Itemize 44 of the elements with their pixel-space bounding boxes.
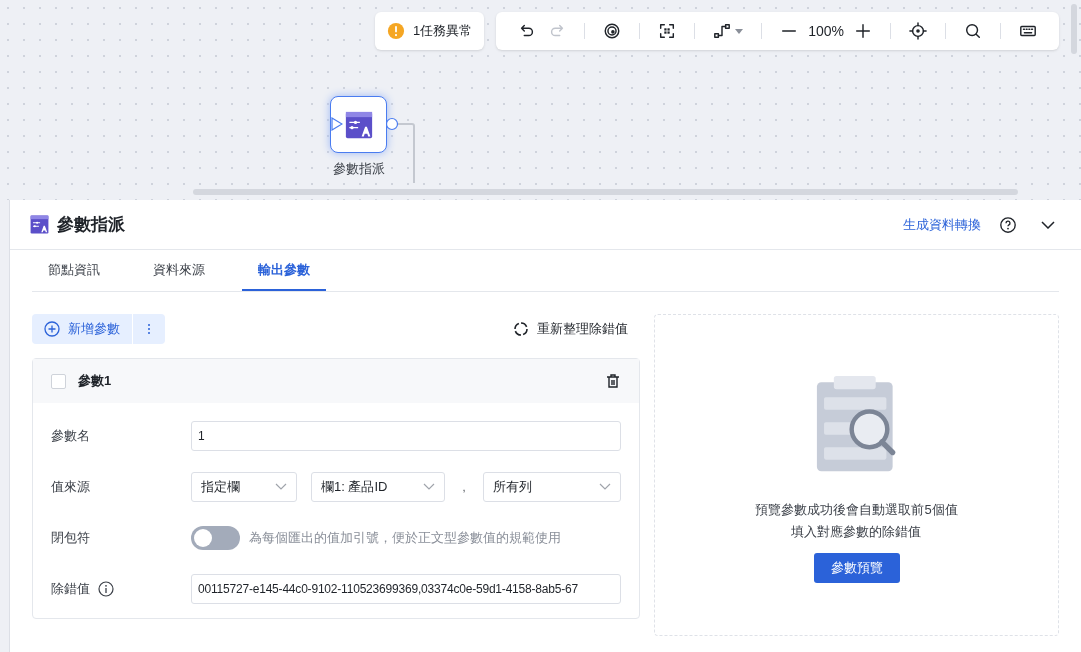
alert-text: 1任務異常 xyxy=(412,22,473,41)
collapse-chevron-icon[interactable] xyxy=(1041,220,1055,229)
tab[interactable]: 資料來源 xyxy=(137,251,221,291)
input-port-icon[interactable] xyxy=(331,117,343,131)
chevron-down-icon xyxy=(423,483,435,491)
more-vertical-icon xyxy=(147,323,151,335)
parameter-icon xyxy=(30,215,49,234)
dropdown-select[interactable]: 欄1: 產品ID xyxy=(311,472,445,502)
text-input[interactable]: 00115727-e145-44c0-9102-110523699369,03374c0e-59d1-4158-8ab5-67 xyxy=(191,574,621,604)
node-label: 參數指派 xyxy=(332,160,385,178)
generate-link[interactable]: 生成資料轉換 xyxy=(903,214,981,235)
parameter-node-icon xyxy=(344,110,373,139)
field-label: 閉包符 xyxy=(51,529,90,548)
refresh-debug-values-button[interactable]: 重新整理除錯值 xyxy=(513,319,628,339)
preview-button[interactable]: 參數預覽 xyxy=(813,553,900,583)
plus-circle-icon xyxy=(44,321,60,337)
preview-message: 預覽參數成功後會自動選取前5個值 填入對應參數的除錯值 xyxy=(755,501,958,541)
trash-icon[interactable] xyxy=(605,373,621,389)
toggle-hint: 為每個匯出的值加引號，便於正文型參數值的規範使用 xyxy=(249,529,561,548)
toggle-switch[interactable] xyxy=(191,526,240,550)
help-icon[interactable] xyxy=(999,215,1017,234)
field-label: 參數名 xyxy=(51,427,90,446)
refresh-icon xyxy=(513,321,529,337)
info-icon[interactable] xyxy=(98,581,114,597)
checkbox[interactable] xyxy=(51,373,66,389)
add-parameter-button[interactable]: 新增參數 xyxy=(32,314,132,344)
field-label: 值來源 xyxy=(51,478,90,497)
dropdown-select[interactable]: 指定欄 xyxy=(191,472,297,502)
separator-text: , xyxy=(461,479,467,495)
chevron-down-icon xyxy=(599,483,611,491)
text-input[interactable]: 1 xyxy=(191,421,621,451)
alert-badge[interactable]: 1任務異常 xyxy=(374,12,485,50)
zoom-level: 100% xyxy=(807,21,845,41)
horizontal-scrollbar[interactable] xyxy=(193,189,1018,195)
panel-title: 參數指派 xyxy=(57,213,125,236)
warning-icon xyxy=(386,22,405,40)
parameter-title: 參數1 xyxy=(78,372,112,391)
field-label: 除錯值 xyxy=(51,580,90,599)
dropdown-select[interactable]: 所有列 xyxy=(483,472,621,502)
tab[interactable]: 節點資訊 xyxy=(32,251,116,291)
tab[interactable]: 輸出參數 xyxy=(242,251,326,291)
workflow-node[interactable] xyxy=(330,96,387,153)
vertical-scrollbar[interactable] xyxy=(1071,4,1077,54)
chevron-down-icon xyxy=(275,483,287,491)
